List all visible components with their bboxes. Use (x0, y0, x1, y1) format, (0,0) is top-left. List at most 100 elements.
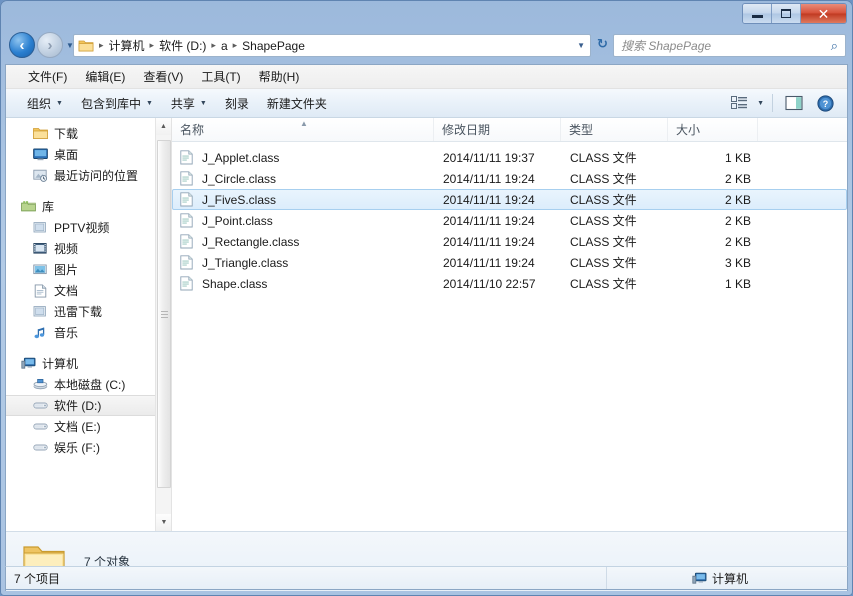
refresh-icon[interactable]: ↻ (597, 36, 608, 52)
view-list-icon (731, 96, 748, 109)
file-date: 2014/11/10 22:57 (443, 276, 536, 291)
file-date: 2014/11/11 19:37 (443, 150, 535, 165)
sidebar-item-label: 最近访问的位置 (54, 169, 139, 183)
help-button[interactable]: ? (812, 92, 838, 114)
burn-button[interactable]: 刻录 (216, 91, 258, 116)
scroll-down-button[interactable]: ▼ (156, 514, 171, 531)
share-with-button[interactable]: 共享 ▼ (162, 91, 216, 116)
menu-edit[interactable]: 编辑(E) (76, 65, 134, 88)
file-size: 2 KB (724, 192, 751, 207)
file-date: 2014/11/11 19:24 (443, 255, 535, 270)
sidebar-item-pictures[interactable]: 图片 (6, 259, 171, 280)
sidebar-item-drive-f[interactable]: 娱乐 (F:) (6, 437, 171, 458)
address-bar[interactable]: ▸ 计算机 ▸ 软件 (D:) ▸ a ▸ ShapePage ▼ (73, 34, 591, 57)
column-header-name[interactable]: 名称 ▲ (172, 118, 434, 141)
navigation-scrollbar[interactable]: ▲ ▼ (155, 118, 171, 531)
menu-tools[interactable]: 工具(T) (192, 65, 249, 88)
chevron-down-icon[interactable]: ▼ (577, 41, 585, 50)
search-input[interactable]: 搜索 ShapePage (621, 37, 711, 54)
breadcrumb-item-shapepage[interactable]: ShapePage (240, 39, 307, 53)
search-icon: ⌕ (830, 37, 838, 53)
music-library-icon (32, 325, 48, 341)
sidebar-item-label: 下载 (54, 127, 79, 141)
sidebar-item-recent-places[interactable]: 最近访问的位置 (6, 165, 171, 186)
video-library-icon (32, 241, 48, 257)
scrollbar-thumb[interactable] (157, 140, 171, 488)
view-dropdown-icon[interactable]: ▼ (757, 100, 764, 107)
back-arrow-icon: ‹ (19, 36, 25, 54)
system-drive-icon (32, 377, 48, 393)
table-row[interactable]: J_Applet.class 2014/11/11 19:37 CLASS 文件… (172, 147, 847, 168)
sidebar-item-drive-d[interactable]: 软件 (D:) (6, 395, 171, 416)
sidebar-item-label: 文档 (54, 284, 79, 298)
change-view-button[interactable] (726, 92, 752, 114)
sidebar-item-label: 图片 (54, 263, 79, 277)
sidebar-item-music[interactable]: 音乐 (6, 322, 171, 343)
pictures-library-icon (32, 262, 48, 278)
sidebar-item-downloads[interactable]: 下载 (6, 123, 171, 144)
organize-label: 组织 (27, 96, 52, 111)
table-row[interactable]: Shape.class 2014/11/10 22:57 CLASS 文件 1 … (172, 273, 847, 294)
sidebar-item-computer[interactable]: 计算机 (6, 353, 171, 374)
organize-button[interactable]: 组织 ▼ (18, 91, 72, 116)
file-size: 1 KB (724, 150, 751, 165)
column-header-type[interactable]: 类型 (561, 118, 668, 141)
breadcrumb-item-a[interactable]: a (219, 39, 230, 53)
computer-icon (20, 356, 36, 372)
search-box[interactable]: 搜索 ShapePage ⌕ (613, 34, 846, 57)
forward-button[interactable]: › (37, 32, 63, 58)
file-rows: J_Applet.class 2014/11/11 19:37 CLASS 文件… (172, 142, 847, 531)
breadcrumb-separator[interactable]: ▸ (147, 40, 158, 51)
maximize-button[interactable] (772, 4, 801, 23)
file-type: CLASS 文件 (570, 214, 637, 228)
chevron-down-icon: ▼ (56, 99, 63, 107)
sidebar-item-libraries[interactable]: 库 (6, 196, 171, 217)
preview-pane-button[interactable] (781, 92, 807, 114)
file-name-cell: J_Point.class (173, 213, 435, 228)
sidebar-item-drive-e[interactable]: 文档 (E:) (6, 416, 171, 437)
table-row[interactable]: J_Circle.class 2014/11/11 19:24 CLASS 文件… (172, 168, 847, 189)
class-file-icon (180, 213, 196, 228)
breadcrumb-separator[interactable]: ▸ (230, 40, 241, 51)
include-in-library-button[interactable]: 包含到库中 ▼ (72, 91, 162, 116)
file-name-cell: J_Triangle.class (173, 255, 435, 270)
preview-pane-icon (785, 95, 803, 111)
include-in-library-label: 包含到库中 (80, 96, 141, 111)
table-row[interactable]: J_Point.class 2014/11/11 19:24 CLASS 文件 … (172, 210, 847, 231)
menu-view[interactable]: 查看(V) (134, 65, 192, 88)
table-row[interactable]: J_FiveS.class 2014/11/11 19:24 CLASS 文件 … (172, 189, 847, 210)
file-name: J_Rectangle.class (202, 234, 300, 249)
file-type: CLASS 文件 (570, 151, 637, 165)
sidebar-item-local-disk-c[interactable]: 本地磁盘 (C:) (6, 374, 171, 395)
back-button[interactable]: ‹ (9, 32, 35, 58)
sidebar-item-desktop[interactable]: 桌面 (6, 144, 171, 165)
class-file-icon (180, 171, 196, 186)
scroll-up-button[interactable]: ▲ (156, 118, 171, 135)
menu-file[interactable]: 文件(F) (19, 65, 76, 88)
breadcrumb-item-computer[interactable]: 计算机 (107, 37, 147, 54)
minimize-button[interactable] (743, 4, 772, 23)
file-date: 2014/11/11 19:24 (443, 213, 535, 228)
file-size: 2 KB (724, 234, 751, 249)
table-row[interactable]: J_Rectangle.class 2014/11/11 19:24 CLASS… (172, 231, 847, 252)
drive-icon (32, 440, 48, 456)
svg-text:?: ? (822, 99, 828, 109)
navigation-tree: 下载 桌面 最近访问的位置 库 PPTV视频 视频 图片 文档 迅雷下载 音乐 … (6, 118, 171, 458)
breadcrumb-item-drive-d[interactable]: 软件 (D:) (157, 37, 208, 54)
sidebar-item-documents[interactable]: 文档 (6, 280, 171, 301)
recent-places-icon (32, 168, 48, 184)
sidebar-item-xunlei-downloads[interactable]: 迅雷下载 (6, 301, 171, 322)
sidebar-item-videos[interactable]: 视频 (6, 238, 171, 259)
file-name: J_Applet.class (202, 150, 280, 165)
menu-help[interactable]: 帮助(H) (250, 65, 309, 88)
column-header-size[interactable]: 大小 (668, 118, 758, 141)
breadcrumb-separator[interactable]: ▸ (208, 40, 219, 51)
table-row[interactable]: J_Triangle.class 2014/11/11 19:24 CLASS … (172, 252, 847, 273)
column-header-date-modified[interactable]: 修改日期 (434, 118, 561, 141)
drive-icon (32, 398, 48, 414)
sidebar-item-pptv-video[interactable]: PPTV视频 (6, 217, 171, 238)
body-split: 下载 桌面 最近访问的位置 库 PPTV视频 视频 图片 文档 迅雷下载 音乐 … (6, 118, 847, 531)
close-button[interactable]: ✕ (801, 4, 846, 23)
new-folder-button[interactable]: 新建文件夹 (258, 91, 336, 116)
navigation-pane: 下载 桌面 最近访问的位置 库 PPTV视频 视频 图片 文档 迅雷下载 音乐 … (6, 118, 172, 531)
